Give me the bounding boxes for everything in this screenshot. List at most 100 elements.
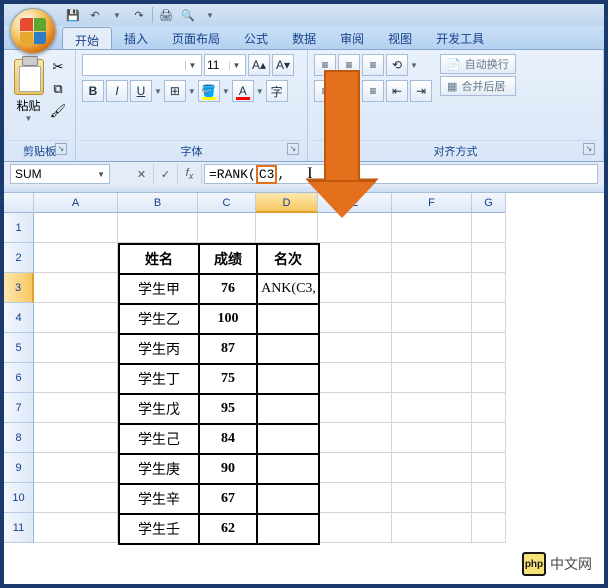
row-header-7[interactable]: 7 [4,393,34,423]
format-painter-icon[interactable]: 🖌 [49,102,67,120]
font-color-dropdown-icon[interactable]: ▼ [256,87,264,96]
cell[interactable] [392,483,472,513]
cell[interactable] [34,483,118,513]
cell[interactable] [472,363,506,393]
cell[interactable] [318,333,392,363]
cell[interactable] [34,303,118,333]
row-header-10[interactable]: 10 [4,483,34,513]
cell[interactable] [34,213,118,243]
tab-view[interactable]: 视图 [376,26,424,49]
cell[interactable] [392,513,472,543]
cell[interactable] [472,273,506,303]
alignment-launcher-icon[interactable]: ↘ [583,143,595,155]
col-header-a[interactable]: A [34,193,118,213]
cell[interactable] [318,273,392,303]
tab-formulas[interactable]: 公式 [232,26,280,49]
cell[interactable] [34,363,118,393]
cell[interactable] [34,273,118,303]
clipboard-launcher-icon[interactable]: ↘ [55,143,67,155]
chevron-down-icon[interactable]: ▼ [229,61,243,70]
font-family-combo[interactable]: ▼ [82,54,202,76]
col-header-c[interactable]: C [198,193,256,213]
underline-dropdown-icon[interactable]: ▼ [154,87,162,96]
cell[interactable] [34,453,118,483]
cell[interactable] [318,363,392,393]
name-box[interactable]: SUM▼ [10,164,110,184]
row-header-2[interactable]: 2 [4,243,34,273]
row-header-11[interactable]: 11 [4,513,34,543]
cell[interactable] [34,513,118,543]
font-launcher-icon[interactable]: ↘ [287,143,299,155]
col-header-g[interactable]: G [472,193,506,213]
cell[interactable] [118,213,198,243]
cell[interactable] [318,483,392,513]
underline-button[interactable]: U [130,80,152,102]
fill-color-button[interactable]: 🪣 [198,80,220,102]
cell[interactable] [318,423,392,453]
qat-customize-icon[interactable]: ▼ [201,6,219,24]
select-all-corner[interactable] [4,193,34,213]
wrap-text-button[interactable]: 📄自动换行 [440,54,516,74]
cell[interactable] [472,333,506,363]
cell[interactable] [472,423,506,453]
shrink-font-icon[interactable]: A▾ [272,54,294,76]
cell[interactable] [392,393,472,423]
cell[interactable] [34,423,118,453]
tab-data[interactable]: 数据 [280,26,328,49]
cell[interactable] [392,303,472,333]
col-header-b[interactable]: B [118,193,198,213]
cut-icon[interactable]: ✂ [49,58,67,76]
chevron-down-icon[interactable]: ▼ [185,61,199,70]
cell[interactable] [318,453,392,483]
cell[interactable] [34,393,118,423]
border-button[interactable]: ⊞ [164,80,186,102]
row-header-4[interactable]: 4 [4,303,34,333]
redo-icon[interactable]: ↷ [130,6,148,24]
fx-icon[interactable]: fx [178,164,202,184]
decrease-indent-icon[interactable]: ⇤ [386,80,408,102]
undo-dropdown-icon[interactable]: ▼ [108,6,126,24]
row-header-8[interactable]: 8 [4,423,34,453]
merge-center-button[interactable]: ▦合并后居 [440,76,516,96]
grow-font-icon[interactable]: A▴ [248,54,270,76]
cell[interactable] [472,513,506,543]
cell[interactable] [392,453,472,483]
print-icon[interactable]: 🖨 [157,6,175,24]
cell[interactable] [472,213,506,243]
spreadsheet[interactable]: A B C D E F G 1234567891011 姓名 成绩 名次 学生甲… [4,193,604,543]
cell[interactable] [34,243,118,273]
row-header-6[interactable]: 6 [4,363,34,393]
paste-dropdown-icon[interactable]: ▼ [11,114,46,123]
row-header-1[interactable]: 1 [4,213,34,243]
cell[interactable] [392,423,472,453]
fill-dropdown-icon[interactable]: ▼ [222,87,230,96]
tab-insert[interactable]: 插入 [112,26,160,49]
cell[interactable] [472,453,506,483]
chevron-down-icon[interactable]: ▼ [97,170,105,179]
row-header-9[interactable]: 9 [4,453,34,483]
tab-developer[interactable]: 开发工具 [424,26,496,49]
cell[interactable] [318,513,392,543]
increase-indent-icon[interactable]: ⇥ [410,80,432,102]
cell-d3-formula[interactable]: ANK(C3, [257,274,319,304]
bold-button[interactable]: B [82,80,104,102]
formula-input[interactable]: =RANK(C3, I [204,164,598,184]
cell[interactable] [392,273,472,303]
office-button[interactable] [10,8,56,54]
cell[interactable] [198,213,256,243]
cell[interactable] [318,303,392,333]
cancel-formula-icon[interactable]: ✕ [130,164,154,184]
copy-icon[interactable]: ⧉ [49,80,67,98]
cell[interactable] [472,243,506,273]
italic-button[interactable]: I [106,80,128,102]
tab-home[interactable]: 开始 [62,27,112,49]
row-header-3[interactable]: 3 [4,273,34,303]
save-icon[interactable]: 💾 [64,6,82,24]
border-dropdown-icon[interactable]: ▼ [188,87,196,96]
cell[interactable] [318,243,392,273]
orientation-dropdown-icon[interactable]: ▼ [410,61,418,70]
paste-button[interactable]: 粘贴 ▼ [10,54,47,126]
cell[interactable] [472,303,506,333]
cell[interactable] [392,213,472,243]
phonetic-button[interactable]: 字 [266,80,288,102]
